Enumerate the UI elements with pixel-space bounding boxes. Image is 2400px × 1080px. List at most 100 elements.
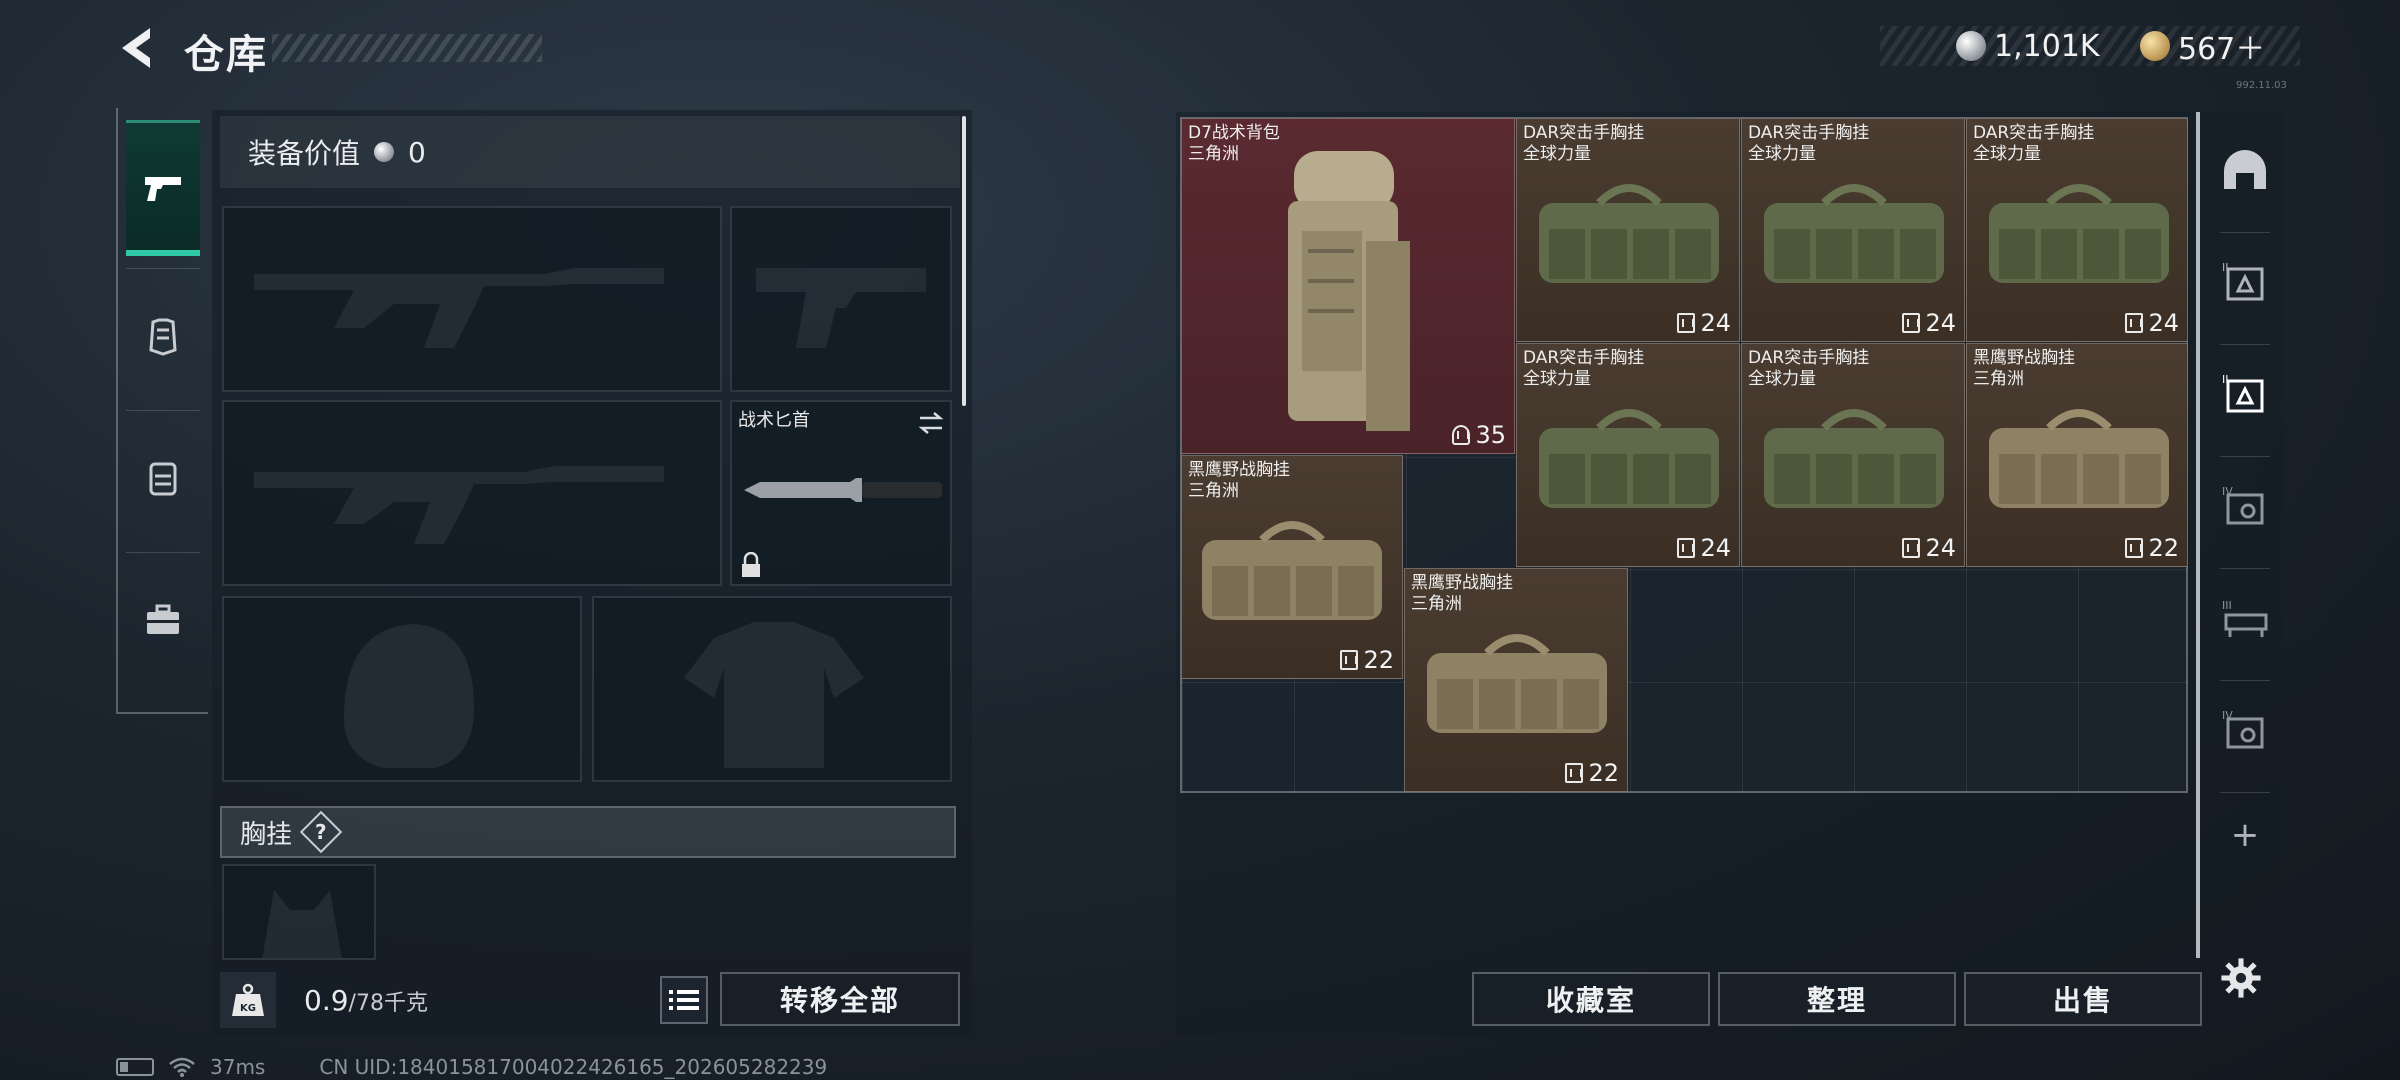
stash-item-rig[interactable]: DAR突击手胸挂 全球力量 24 — [1966, 118, 2188, 342]
chest-rig-icon — [1427, 634, 1607, 733]
item-capacity: 24 — [2125, 309, 2179, 337]
uid-text: CN UID:184015817004022426165_20260528223… — [319, 1055, 828, 1079]
weight-max: /78千克 — [348, 991, 428, 1016]
capacity-icon — [1565, 763, 1584, 783]
tab-stash-main[interactable] — [2208, 122, 2282, 218]
ping-text: 37ms — [210, 1055, 266, 1079]
help-icon[interactable]: ? — [299, 810, 343, 854]
svg-text:II: II — [2222, 261, 2229, 274]
chest-rig-icon — [1202, 521, 1382, 620]
tab-divider — [2220, 344, 2270, 345]
loadout-scrollbar[interactable] — [962, 116, 966, 406]
stash-page-tabs: II II IV III IV + — [2196, 112, 2286, 958]
stash-item-rig[interactable]: 黑鹰野战胸挂 三角洲 22 — [1966, 343, 2188, 567]
tab-divider — [2220, 792, 2270, 793]
tab-stash-5[interactable]: III — [2208, 572, 2282, 668]
knife-slot[interactable]: 战术匕首 — [730, 400, 952, 586]
capacity-icon — [1677, 538, 1696, 558]
tab-stash-4[interactable]: IV — [2208, 460, 2282, 556]
weight-current: 0.9 — [304, 984, 349, 1017]
rifle-silhouette-icon — [254, 268, 664, 348]
stash-item-rig[interactable]: DAR突击手胸挂 全球力量 24 — [1741, 343, 1965, 567]
capacity-icon — [2125, 538, 2144, 558]
silver-balance[interactable]: 1,101K — [1956, 26, 2100, 66]
status-bar: 37ms CN UID:184015817004022426165_202605… — [116, 1054, 827, 1080]
item-capacity: 24 — [1902, 534, 1956, 562]
item-name: 黑鹰野战胸挂 三角洲 — [1411, 573, 1513, 614]
chest-rig-silhouette-icon — [262, 890, 342, 958]
nav-backpack[interactable] — [126, 410, 200, 546]
item-name: 黑鹰野战胸挂 三角洲 — [1973, 348, 2075, 389]
briefcase-icon — [147, 604, 179, 634]
nav-weapons[interactable] — [126, 120, 200, 256]
stash-item-rig[interactable]: DAR突击手胸挂 全球力量 24 — [1516, 118, 1740, 342]
silver-balance-value: 1,101K — [1994, 28, 2100, 64]
chest-rig-header: 胸挂 ? — [220, 806, 956, 858]
chest-rig-icon — [1764, 409, 1944, 508]
wifi-icon — [169, 1057, 195, 1077]
gold-balance-value: 567＋ — [2178, 32, 2266, 67]
back-arrow-icon — [122, 28, 150, 68]
page-title: 仓库 — [184, 32, 268, 78]
stash-item-rig[interactable]: DAR突击手胸挂 全球力量 24 — [1741, 118, 1965, 342]
currency-bar: 1,101K 567＋ — [1880, 26, 2300, 67]
stash-item-rig[interactable]: DAR突击手胸挂 全球力量 24 — [1516, 343, 1740, 567]
item-name: D7战术背包 三角洲 — [1188, 123, 1280, 164]
nav-case[interactable] — [126, 552, 200, 688]
item-capacity: 22 — [2125, 534, 2179, 562]
stash-item-rig[interactable]: 黑鹰野战胸挂 三角洲 22 — [1404, 568, 1628, 792]
body-armor-slot[interactable] — [592, 596, 952, 782]
settings-button[interactable] — [2204, 948, 2278, 1008]
add-stash-tab-button[interactable]: + — [2208, 802, 2282, 868]
chest-rig-slot[interactable] — [222, 864, 376, 960]
dome-icon — [2224, 150, 2266, 189]
svg-text:II: II — [2222, 373, 2229, 386]
svg-text:IV: IV — [2222, 709, 2233, 722]
chest-rig-icon — [1764, 184, 1944, 283]
nav-armor[interactable] — [126, 268, 200, 404]
tab-stash-2[interactable]: II — [2208, 236, 2282, 332]
list-view-button[interactable] — [660, 976, 708, 1024]
capacity-icon — [1452, 425, 1471, 445]
pistol-icon — [145, 176, 181, 201]
title-decoration — [272, 34, 542, 62]
sidearm-slot[interactable] — [730, 206, 952, 392]
tab-stash-3-active[interactable]: II — [2208, 348, 2282, 444]
helmet-silhouette-icon — [344, 624, 474, 768]
secondary-weapon-slot[interactable] — [222, 400, 722, 586]
stash-tier-iv-b-icon: IV — [2222, 709, 2264, 749]
pistol-silhouette-icon — [756, 268, 926, 348]
tab-divider — [2220, 680, 2270, 681]
item-capacity: 24 — [1902, 309, 1956, 337]
battery-icon — [116, 1058, 154, 1076]
sell-button[interactable]: 出售 — [1964, 972, 2202, 1026]
chest-rig-icon — [1989, 184, 2169, 283]
tab-divider — [2220, 456, 2270, 457]
gold-coin-icon — [2140, 31, 2170, 61]
organize-button[interactable]: 整理 — [1718, 972, 1956, 1026]
tab-stash-6[interactable]: IV — [2208, 684, 2282, 780]
item-capacity: 22 — [1340, 646, 1394, 674]
item-capacity: 24 — [1677, 534, 1731, 562]
equipment-value-label: 装备价值 — [248, 137, 361, 170]
item-name: DAR突击手胸挂 全球力量 — [1748, 348, 1870, 389]
weight-icon: KG — [220, 972, 276, 1028]
tactical-backpack-icon — [1288, 151, 1410, 431]
stash-item-rig[interactable]: 黑鹰野战胸挂 三角洲 22 — [1181, 455, 1403, 679]
silver-coin-icon — [374, 142, 395, 162]
svg-text:IV: IV — [2222, 485, 2233, 498]
swap-icon[interactable] — [916, 410, 946, 436]
settings-icon — [2221, 958, 2261, 998]
primary-weapon-slot[interactable] — [222, 206, 722, 392]
capacity-bar: KG 0.9/78千克 转移全部 — [220, 970, 966, 1030]
armor-icon — [149, 318, 177, 356]
collection-room-button[interactable]: 收藏室 — [1472, 972, 1710, 1026]
back-button[interactable] — [112, 22, 160, 74]
stash-tier-iv-icon: IV — [2222, 485, 2264, 525]
gold-balance[interactable]: 567＋ — [2140, 26, 2266, 67]
transfer-all-button[interactable]: 转移全部 — [720, 972, 960, 1026]
capacity-icon — [1340, 650, 1359, 670]
helmet-slot[interactable] — [222, 596, 582, 782]
list-icon — [669, 990, 699, 1010]
stash-item-backpack[interactable]: D7战术背包 三角洲 35 — [1181, 118, 1515, 454]
